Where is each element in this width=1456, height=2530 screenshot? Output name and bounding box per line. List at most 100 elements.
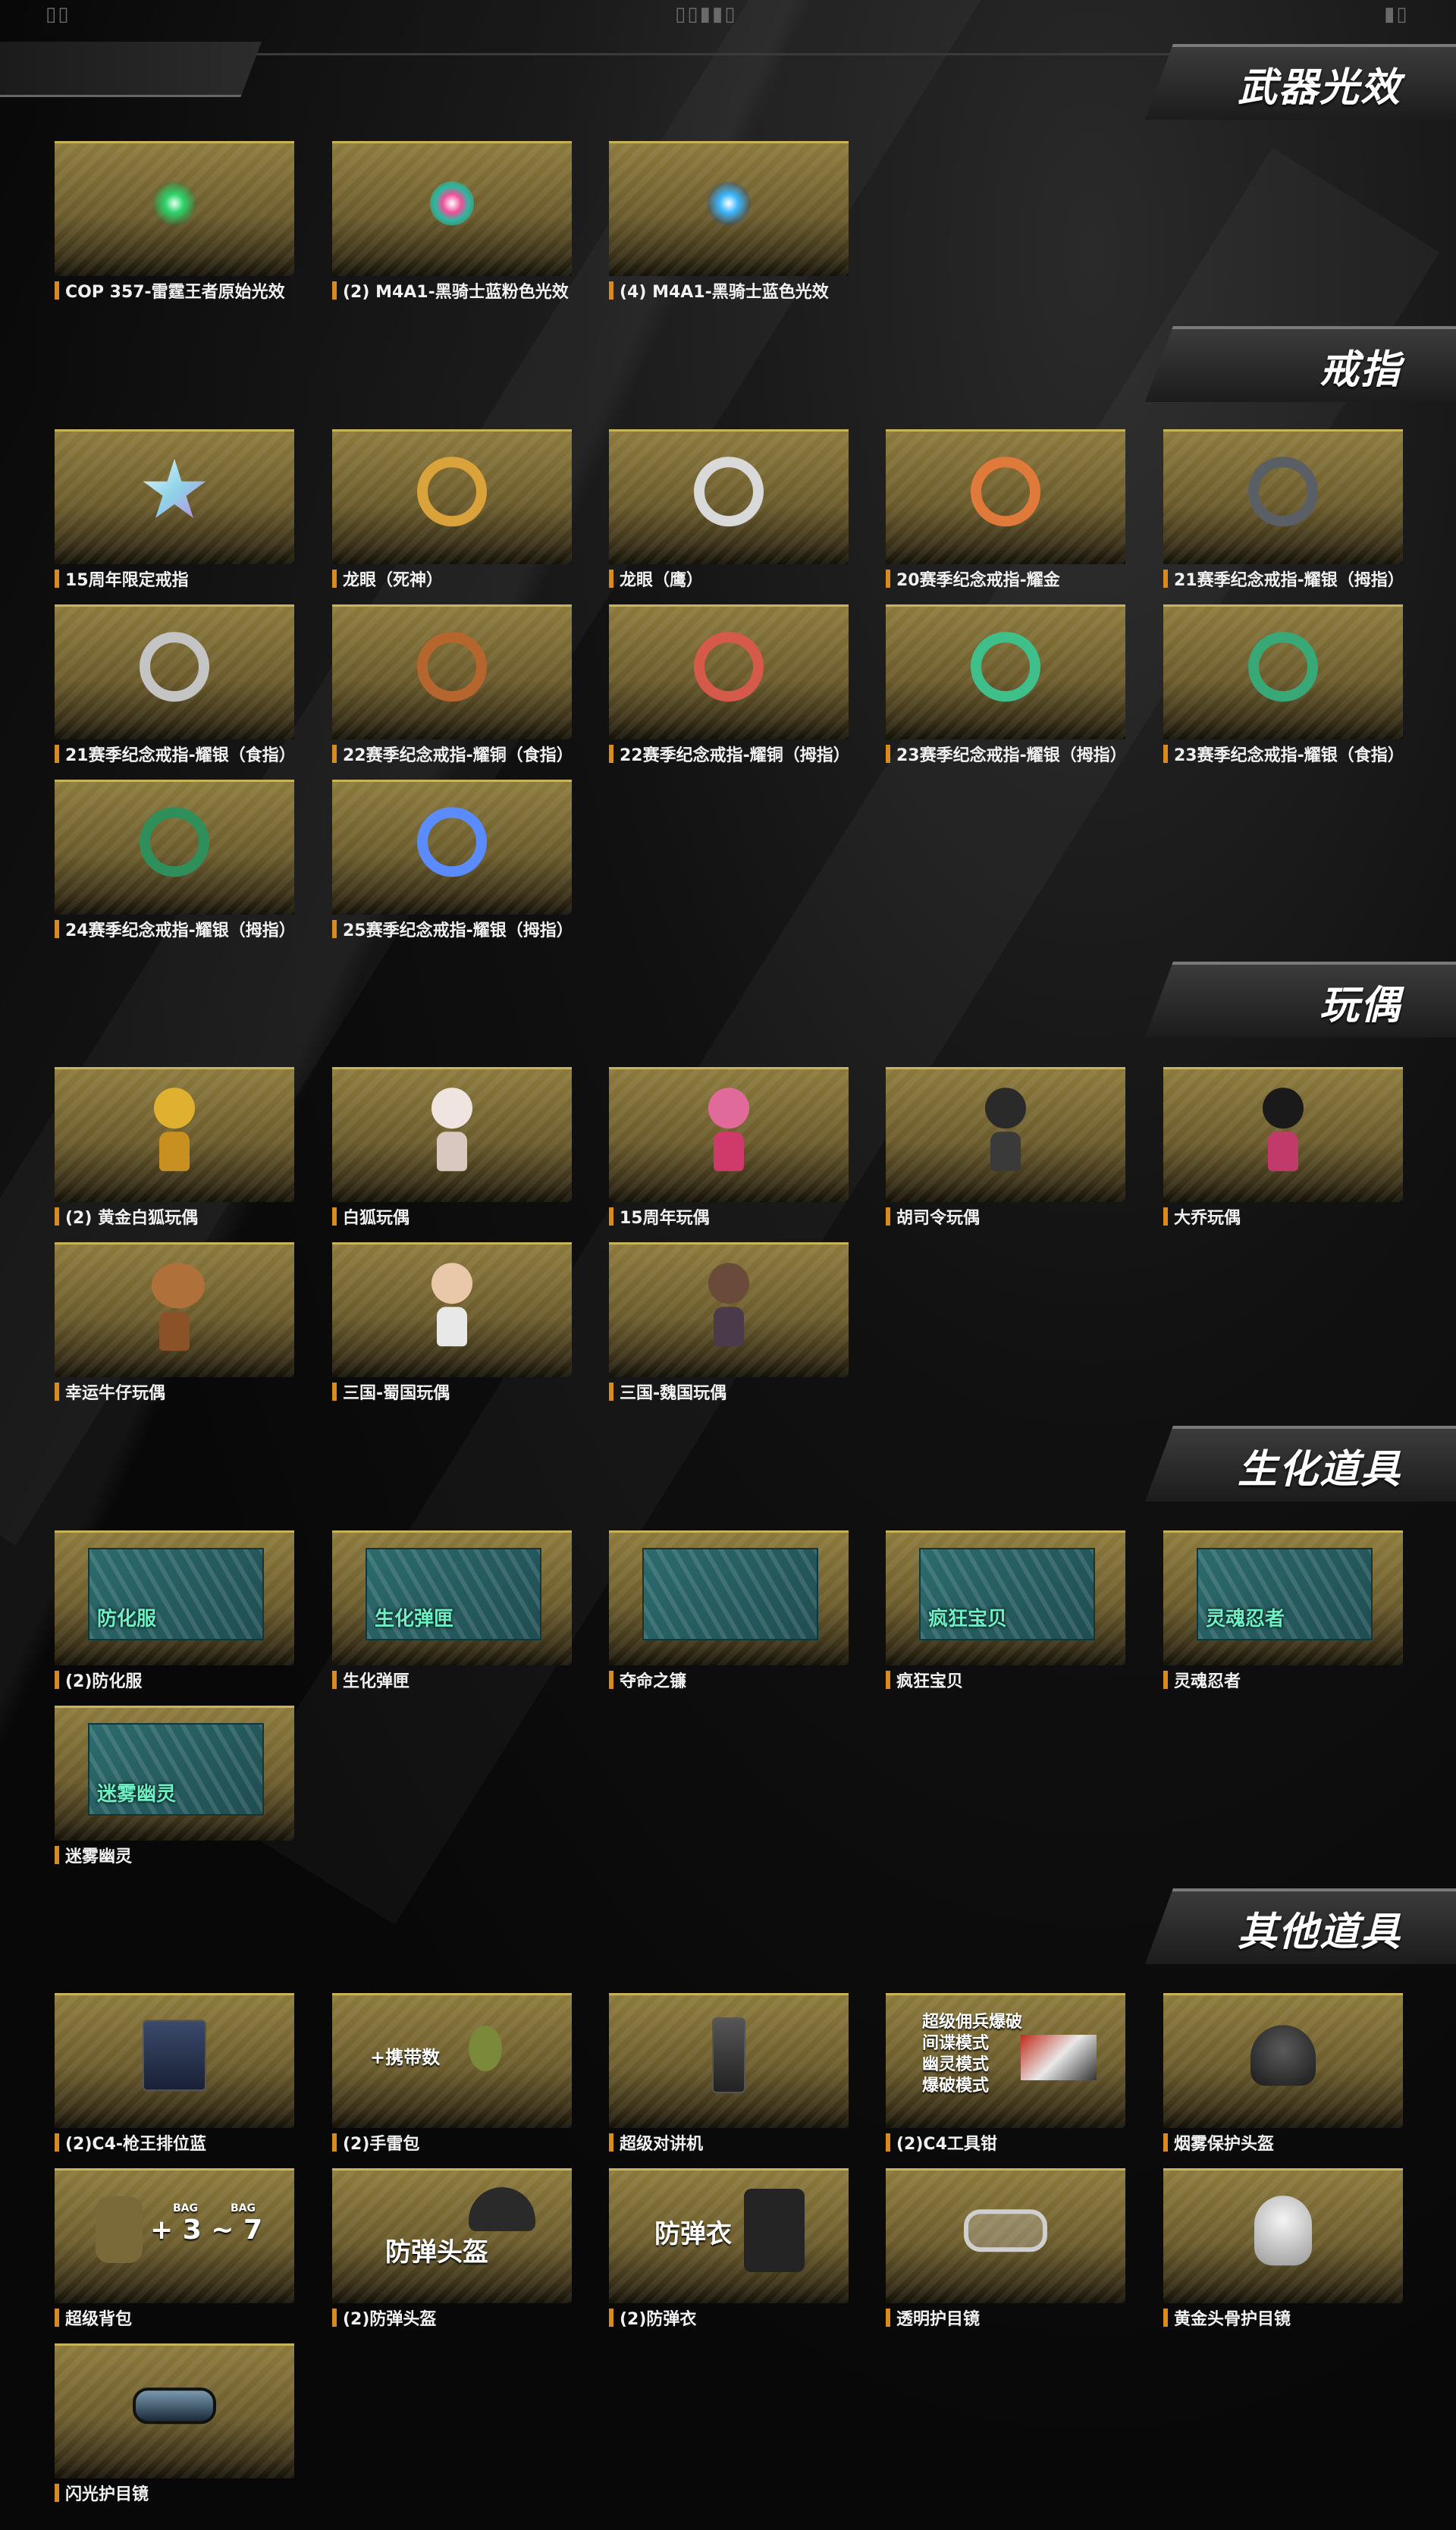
item-card[interactable]: 夺命之镰 [609,1530,849,1705]
clear-goggles-icon [964,2208,1047,2252]
item-label: (2)防弹衣 [609,2302,849,2333]
item-label: (2)手雷包 [332,2127,572,2158]
glow-pink-icon [430,180,474,225]
item-card[interactable]: 20赛季纪念戒指-耀金 [886,429,1125,604]
item-card[interactable]: 15周年玩偶 [609,1067,849,1241]
item-label: 15周年玩偶 [609,1201,849,1232]
hazmat-suit-icon: 防化服 [88,1548,264,1640]
beast-ring-red-icon [694,631,764,702]
item-label: 白狐玩偶 [332,1201,572,1232]
item-card[interactable]: 黄金头骨护目镜 [1163,2168,1403,2343]
beast-ring-bronze-icon [417,631,487,702]
item-card[interactable]: 三国-蜀国玩偶 [332,1242,572,1417]
item-card[interactable]: 疯狂宝贝 疯狂宝贝 [886,1530,1125,1705]
item-card[interactable]: 三国-魏国玩偶 [609,1242,849,1417]
bag-label: BAG [173,2202,198,2215]
item-card[interactable]: 防弹衣 (2)防弹衣 [609,2168,849,2343]
armor-vest-icon [744,2189,805,2272]
item-card[interactable]: 胡司令玩偶 [886,1067,1125,1241]
emerald-ring-2-icon [1248,631,1318,702]
item-card[interactable]: (2) 黄金白狐玩偶 [55,1067,294,1241]
item-card[interactable]: 15周年限定戒指 [55,429,294,604]
item-card[interactable]: 22赛季纪念戒指-耀铜（拇指） [609,604,849,779]
item-card[interactable]: 超级佣兵爆破 间谍模式 幽灵模式 爆破模式 (2)C4工具钳 [886,1993,1125,2167]
item-card[interactable]: 龙眼（鹰） [609,429,849,604]
item-label: 黄金头骨护目镜 [1163,2302,1403,2333]
item-label: 夺命之镰 [609,1665,849,1695]
item-label: 灵魂忍者 [1163,1665,1403,1695]
walkie-talkie-icon [712,2017,745,2093]
banner-text: 疯狂宝贝 [928,1608,1008,1631]
dragon-ring-copper-icon [971,456,1040,526]
item-label: 超级对讲机 [609,2127,849,2158]
top-mark-left: ▯▯ [46,3,71,26]
item-label: 三国-魏国玩偶 [609,1376,849,1407]
item-card[interactable]: 23赛季纪念戒指-耀银（拇指） [886,604,1125,779]
item-card[interactable]: 闪光护目镜 [55,2343,294,2518]
item-card[interactable]: (2) M4A1-黑骑士蓝粉色光效 [332,141,572,315]
white-fox-doll-icon [429,1087,475,1171]
item-card[interactable]: 灵魂忍者 灵魂忍者 [1163,1530,1403,1705]
top-mark-right: ▮▯ [1384,3,1409,26]
item-card[interactable]: 23赛季纪念戒指-耀银（食指） [1163,604,1403,779]
item-label: 透明护目镜 [886,2302,1125,2333]
sapphire-ring-icon [417,806,487,877]
item-label: 15周年限定戒指 [55,563,294,594]
item-card[interactable]: (2)C4-枪王排位蓝 [55,1993,294,2167]
jade-ring-icon [140,806,209,877]
item-label: COP 357-雷霆王者原始光效 [55,275,294,306]
emerald-ring-icon [971,631,1040,702]
anniversary-doll-icon [706,1087,752,1171]
item-label: 20赛季纪念戒指-耀金 [886,563,1125,594]
item-card[interactable]: 生化弹匣 生化弹匣 [332,1530,572,1705]
item-card[interactable]: 幸运牛仔玩偶 [55,1242,294,1417]
overlay-text: 防弹衣 [654,2219,732,2249]
item-card[interactable]: 25赛季纪念戒指-耀银（拇指） [332,780,572,954]
item-label: 超级背包 [55,2302,294,2333]
item-card[interactable]: 超级对讲机 [609,1993,849,2167]
banner-text: 灵魂忍者 [1206,1608,1285,1631]
item-card[interactable]: 白狐玩偶 [332,1067,572,1241]
glow-green-icon [152,180,196,225]
item-label: 烟雾保护头盔 [1163,2127,1403,2158]
overlay-text: +携带数 [370,2047,441,2068]
item-label: 生化弹匣 [332,1665,572,1695]
commander-doll-icon [983,1087,1028,1171]
item-card[interactable]: 21赛季纪念戒指-耀银（拇指） [1163,429,1403,604]
backpack-icon [96,2196,143,2263]
armor-helmet-icon [469,2187,535,2231]
item-card[interactable]: 大乔玩偶 [1163,1067,1403,1241]
item-label: 龙眼（死神） [332,563,572,594]
gold-fox-doll-icon [152,1087,197,1171]
item-card[interactable]: 烟雾保护头盔 [1163,1993,1403,2167]
item-card[interactable]: COP 357-雷霆王者原始光效 [55,141,294,315]
item-label: 胡司令玩偶 [886,1201,1125,1232]
item-card[interactable]: 透明护目镜 [886,2168,1125,2343]
section-title: 戒指 [1319,347,1401,393]
item-label: 22赛季纪念戒指-耀铜（拇指） [609,739,849,769]
item-card[interactable]: (4) M4A1-黑骑士蓝色光效 [609,141,849,315]
item-label: (2) 黄金白狐玩偶 [55,1201,294,1232]
item-label: (2)C4-枪王排位蓝 [55,2127,294,2158]
tiger-ring-black-icon [1248,456,1318,526]
section-title: 武器光效 [1237,64,1401,111]
section-header-rings: 戒指 [1145,326,1456,402]
section-title: 玩偶 [1319,982,1401,1028]
item-card[interactable]: 龙眼（死神） [332,429,572,604]
item-card[interactable]: 24赛季纪念戒指-耀银（拇指） [55,780,294,954]
banner-text: 生化弹匣 [375,1608,454,1631]
item-card[interactable]: +携带数 (2)手雷包 [332,1993,572,2167]
glow-blue-icon [707,180,751,225]
item-card[interactable]: 防弹头盔 (2)防弹头盔 [332,2168,572,2343]
item-card[interactable]: 迷雾幽灵 迷雾幽灵 [55,1706,294,1880]
tiger-ring-silver-icon [140,631,209,702]
item-card[interactable]: + 3 ~ 7 BAG BAG 超级背包 [55,2168,294,2343]
item-label: 22赛季纪念戒指-耀铜（食指） [332,739,572,769]
item-card[interactable]: 防化服 (2)防化服 [55,1530,294,1705]
item-card[interactable]: 22赛季纪念戒指-耀铜（食指） [332,604,572,779]
item-label: 23赛季纪念戒指-耀银（食指） [1163,739,1403,769]
dragon-ring-silver-icon [694,456,764,526]
item-card[interactable]: 21赛季纪念戒指-耀银（食指） [55,604,294,779]
item-label: 龙眼（鹰） [609,563,849,594]
section-title: 生化道具 [1237,1446,1401,1493]
